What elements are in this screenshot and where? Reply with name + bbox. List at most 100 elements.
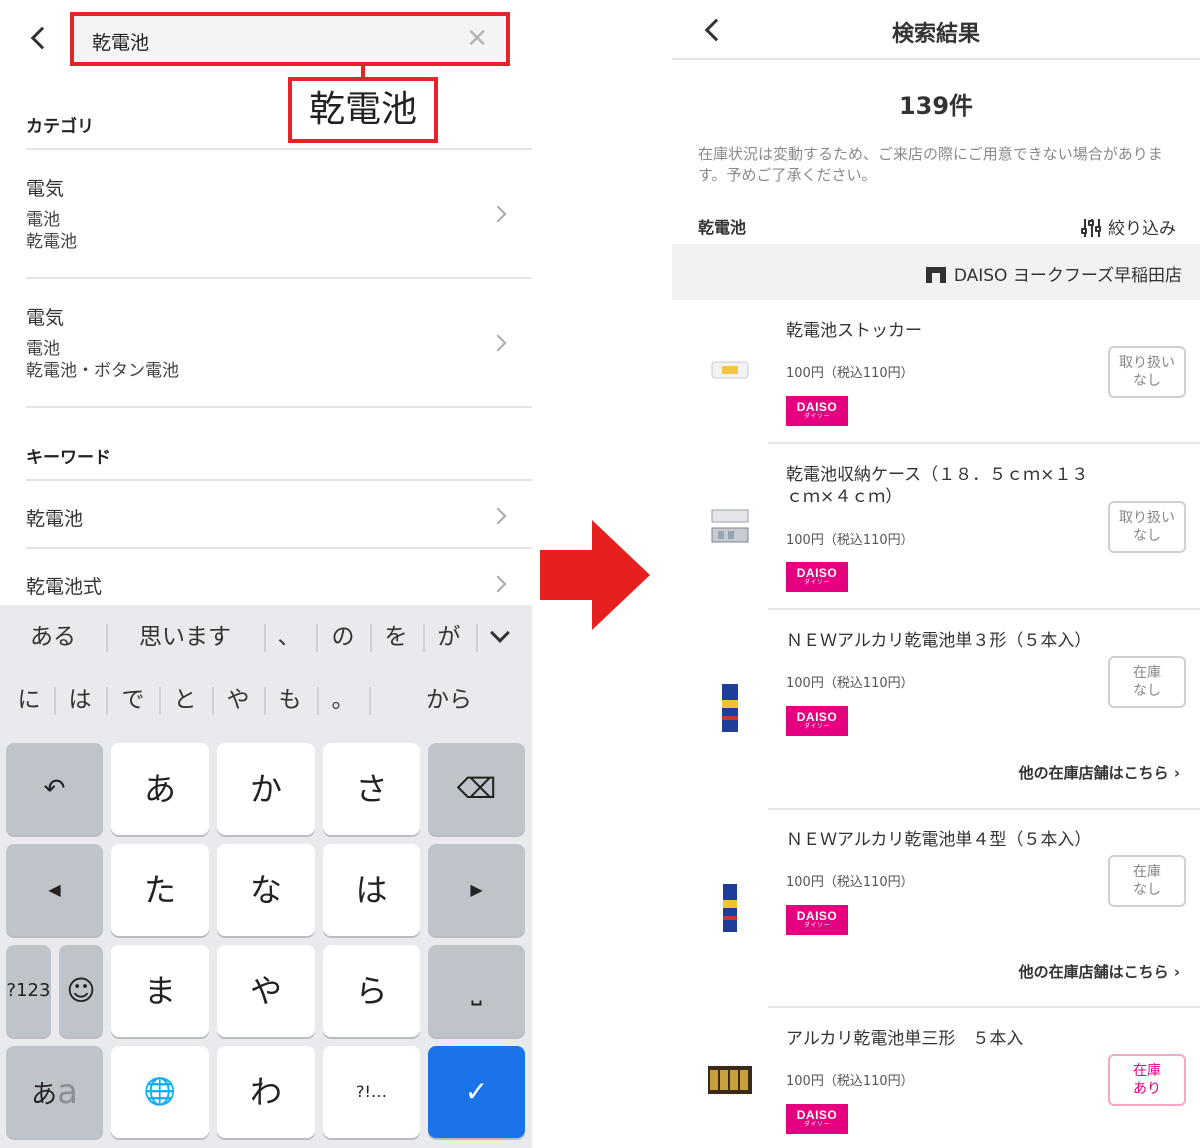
back-arrow-icon[interactable]: [30, 26, 54, 50]
category-title: 電気: [26, 307, 65, 329]
transition-arrow-icon: [540, 520, 650, 630]
suggestion[interactable]: が: [426, 607, 472, 667]
divider: [317, 687, 319, 715]
divider: [423, 624, 425, 652]
divider: [106, 687, 108, 715]
results-screen: 検索結果 139件 在庫状況は変動するため、ご来店の際にご用意できない場合があり…: [672, 0, 1200, 1148]
key-a[interactable]: あ: [111, 743, 209, 835]
product-card[interactable]: ＮＥＷアルカリ乾電池単４型（５本入） 100円（税込110円） DAISO ダイソ…: [672, 810, 1200, 1006]
close-icon[interactable]: ✕: [466, 24, 488, 54]
suggestion[interactable]: と: [162, 670, 208, 730]
divider: [26, 547, 532, 549]
product-image: [708, 1066, 752, 1094]
product-card[interactable]: アルカリ乾電池単三形 ５本入 100円（税込110円） DAISO ダイソー 在庫…: [672, 1008, 1200, 1148]
divider: [264, 687, 266, 715]
key-ra[interactable]: ら: [323, 945, 420, 1037]
divider: [370, 624, 372, 652]
punctuation-key[interactable]: ?!…: [323, 1046, 420, 1138]
suggestion[interactable]: は: [57, 670, 103, 730]
keyword-row[interactable]: 乾電池式: [26, 566, 532, 602]
key-sa[interactable]: さ: [323, 743, 420, 835]
category-sub: 電池: [26, 339, 60, 359]
stock-status-button[interactable]: 在庫 あり: [1108, 1054, 1186, 1106]
product-card[interactable]: 乾電池収納ケース（１８．５ｃｍ×１３ｃｍ×４ｃｍ） 100円（税込110円） D…: [672, 444, 1200, 608]
stock-status-button[interactable]: 在庫 なし: [1108, 656, 1186, 708]
callout-label: 乾電池: [288, 77, 438, 143]
suggestion[interactable]: や: [215, 670, 261, 730]
key-ta[interactable]: た: [111, 844, 209, 936]
divider: [316, 624, 318, 652]
suggestion[interactable]: ある: [14, 607, 92, 667]
divider: [672, 58, 1200, 60]
keyword-label: 乾電池式: [26, 576, 103, 598]
suggestion[interactable]: から: [372, 670, 526, 730]
key-ha[interactable]: は: [323, 844, 420, 936]
search-input[interactable]: 乾電池 ✕: [70, 12, 510, 66]
product-image: [723, 884, 737, 932]
other-stores-link[interactable]: 他の在庫店舗はこちら ›: [1019, 762, 1180, 783]
suggestion[interactable]: 思います: [112, 607, 258, 667]
stock-status-button[interactable]: 在庫 なし: [1108, 855, 1186, 907]
suggestion[interactable]: に: [6, 670, 52, 730]
key-ma[interactable]: ま: [111, 945, 209, 1037]
category-row[interactable]: 電気 電池 乾電池: [26, 174, 532, 274]
key-ya[interactable]: や: [217, 945, 315, 1037]
chevron-right-icon: ›: [1173, 764, 1180, 782]
divider: [212, 687, 214, 715]
divider: [106, 624, 108, 652]
emoji-icon[interactable]: ☺: [59, 945, 103, 1037]
product-price: 100円（税込110円）: [786, 1074, 914, 1089]
store-bar[interactable]: DAISO ヨークフーズ早稲田店: [672, 244, 1200, 300]
product-price: 100円（税込110円）: [786, 366, 914, 381]
keyword-heading: キーワード: [26, 448, 111, 468]
suggestion-bar: に は で と や も 。 から: [0, 670, 532, 730]
search-query: 乾電池: [92, 32, 150, 54]
category-row[interactable]: 電気 電池 乾電池・ボタン電池: [26, 303, 532, 403]
key-wa[interactable]: わ: [217, 1046, 315, 1138]
category-sub: 乾電池・ボタン電池: [26, 361, 179, 381]
category-heading: カテゴリ: [26, 117, 94, 137]
globe-icon[interactable]: 🌐: [111, 1046, 209, 1138]
chevron-right-icon: [489, 507, 507, 525]
divider: [26, 277, 532, 279]
page-title: 検索結果: [891, 22, 980, 47]
divider: [476, 624, 478, 652]
suggestion[interactable]: 。: [320, 670, 366, 730]
suggestion[interactable]: で: [110, 670, 156, 730]
product-name: アルカリ乾電池単三形 ５本入: [786, 1029, 1024, 1049]
chevron-down-icon[interactable]: [490, 623, 510, 643]
product-price: 100円（税込110円）: [786, 533, 914, 548]
category-title: 電気: [26, 178, 65, 200]
keyword-row[interactable]: 乾電池: [26, 498, 532, 538]
chevron-right-icon: [489, 575, 507, 593]
product-card[interactable]: 乾電池ストッカー 100円（税込110円） DAISO ダイソー 取り扱い なし: [672, 300, 1200, 442]
suggestion[interactable]: も: [267, 670, 313, 730]
suggestion[interactable]: 、: [266, 607, 312, 667]
chevron-right-icon: ›: [1173, 963, 1180, 981]
mode-kana-label: あ: [31, 1080, 58, 1110]
key-na[interactable]: な: [217, 844, 315, 936]
input-mode-key[interactable]: あa: [6, 1046, 103, 1138]
enter-key[interactable]: ✓: [428, 1046, 525, 1138]
key-ka[interactable]: か: [217, 743, 315, 835]
cursor-right-key[interactable]: ▶: [428, 844, 525, 936]
undo-key[interactable]: ↶: [6, 743, 103, 835]
product-price: 100円（税込110円）: [786, 875, 914, 890]
backspace-key[interactable]: ⌫: [428, 743, 525, 835]
product-card[interactable]: ＮＥＷアルカリ乾電池単３形（５本入） 100円（税込110円） DAISO ダイソ…: [672, 610, 1200, 808]
product-name: 乾電池収納ケース（１８．５ｃｍ×１３ｃｍ×４ｃｍ）: [786, 465, 1089, 507]
numbers-key[interactable]: ?123: [6, 945, 51, 1037]
other-stores-link[interactable]: 他の在庫店舗はこちら ›: [1019, 961, 1180, 982]
product-image: [722, 684, 738, 732]
space-key[interactable]: ⎵: [428, 945, 525, 1037]
stock-status-button[interactable]: 取り扱い なし: [1108, 501, 1186, 553]
daiso-logo: DAISO ダイソー: [786, 905, 848, 935]
suggestion[interactable]: の: [320, 607, 366, 667]
category-sub: 電池: [26, 210, 60, 230]
product-image: [711, 509, 749, 543]
suggestion[interactable]: を: [373, 607, 419, 667]
cursor-left-key[interactable]: ◀: [6, 844, 103, 936]
filter-button[interactable]: 絞り込み: [1081, 214, 1176, 239]
keyword-label: 乾電池: [26, 508, 84, 530]
stock-status-button[interactable]: 取り扱い なし: [1108, 346, 1186, 398]
